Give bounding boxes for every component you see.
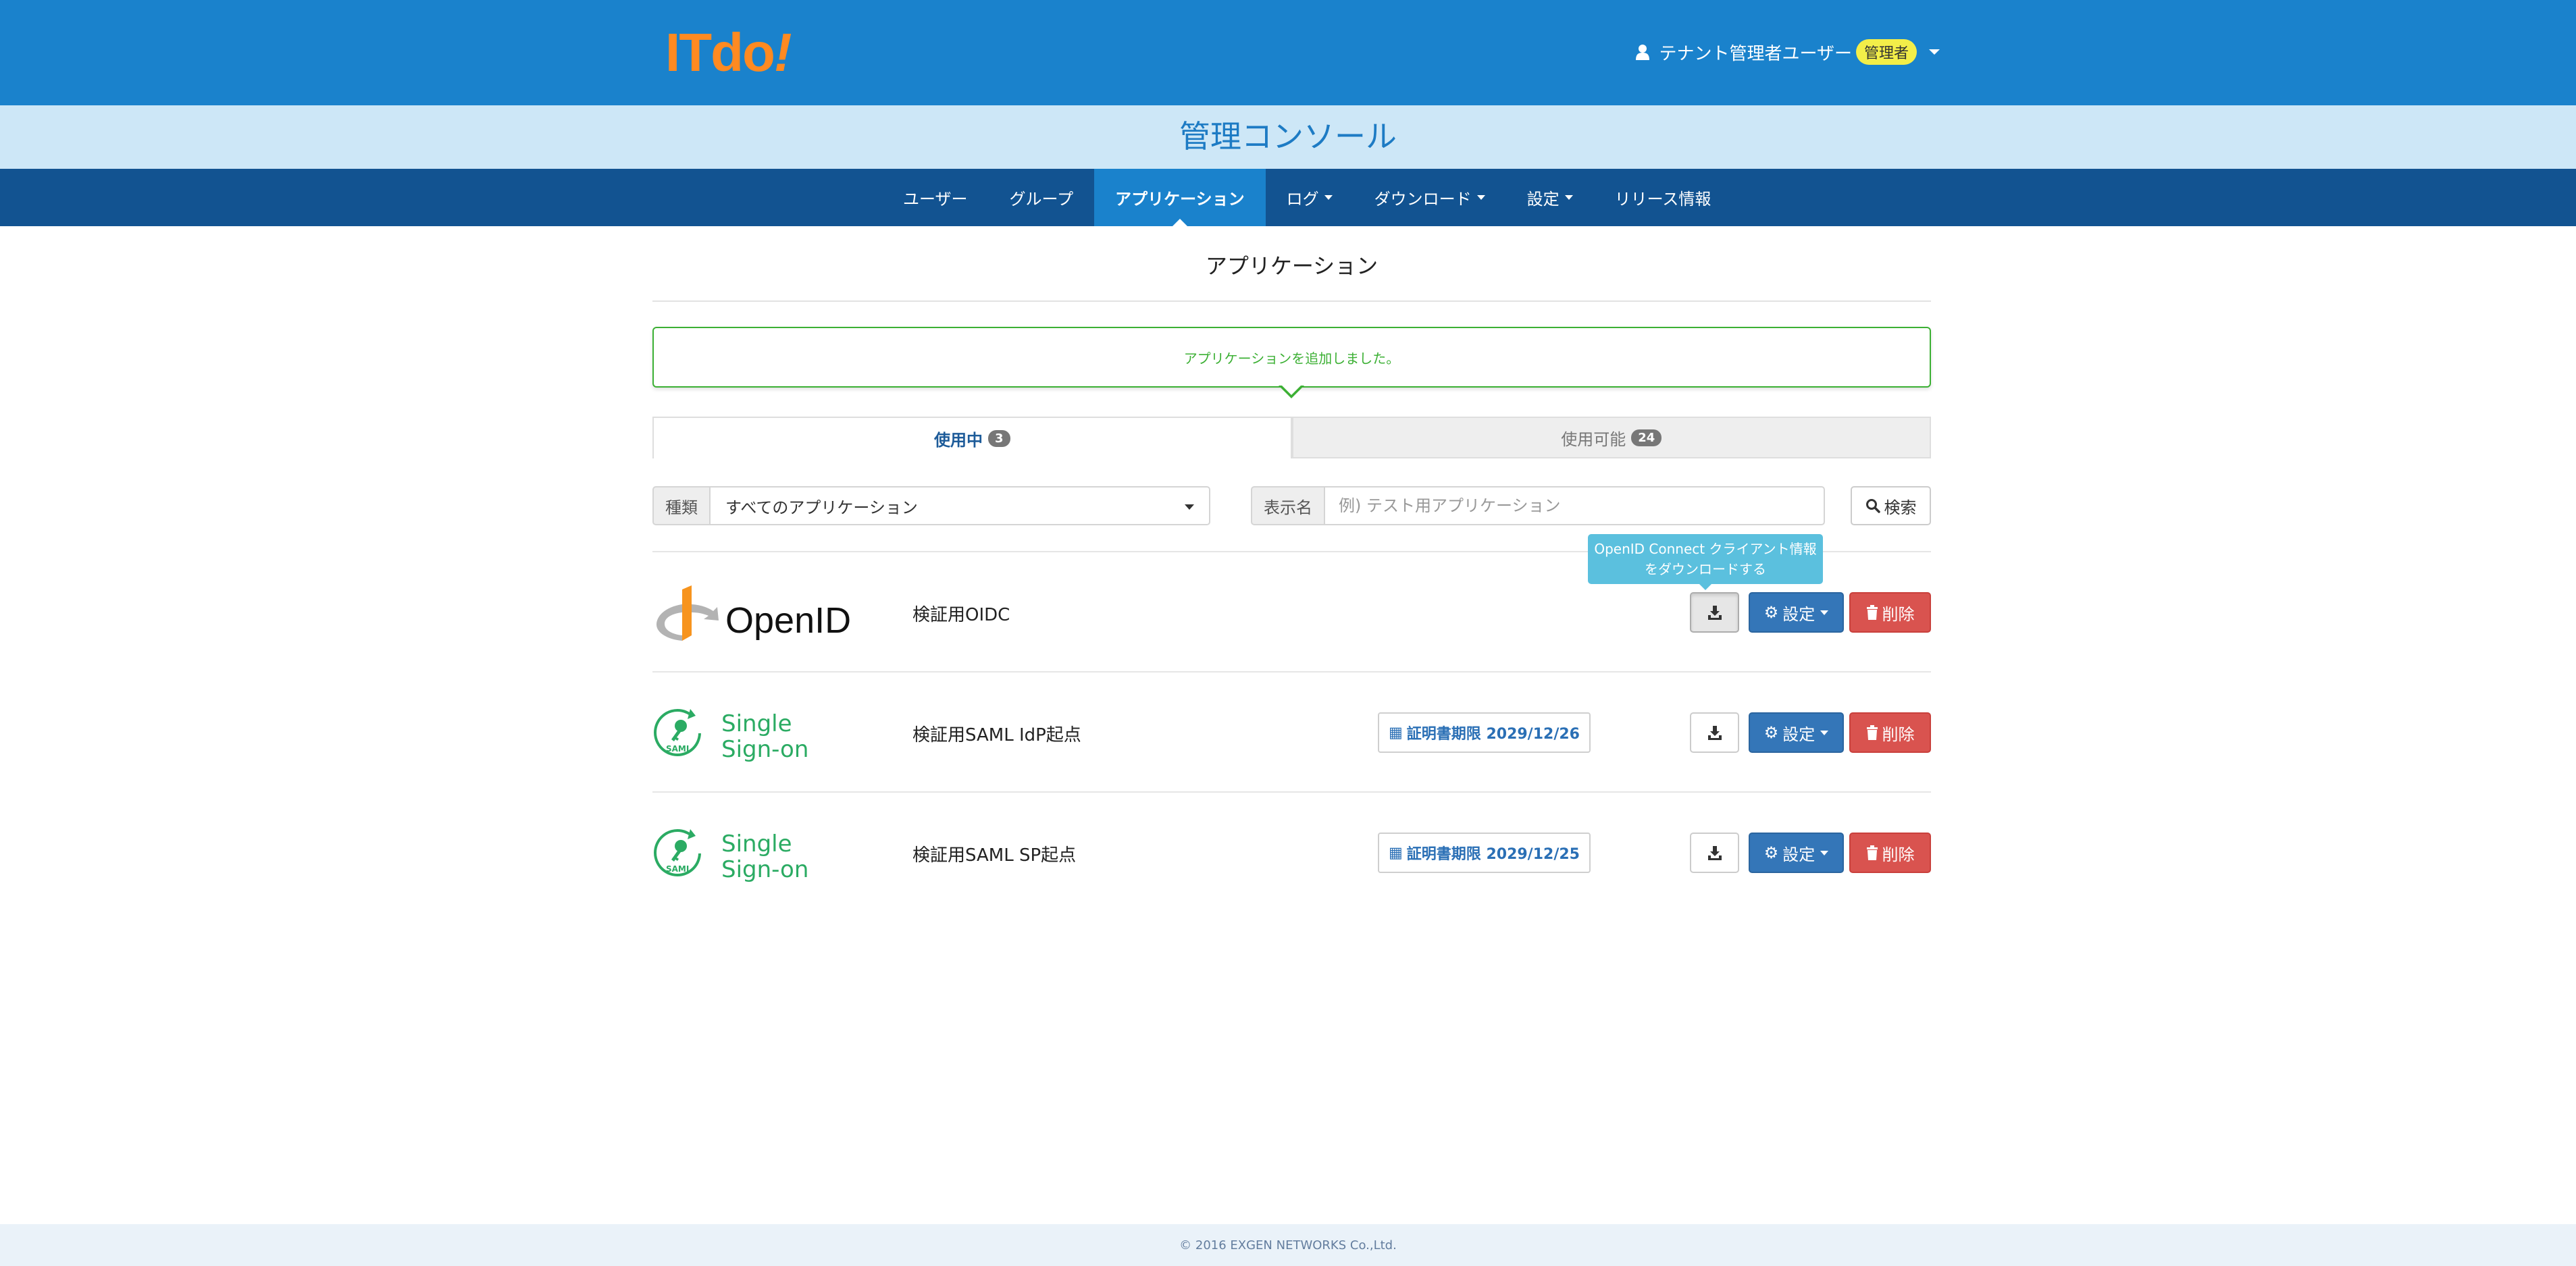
count-badge: 3 [987, 429, 1010, 447]
nav-item-applications[interactable]: アプリケーション [1094, 169, 1266, 226]
svg-text:Single: Single [721, 830, 792, 858]
app-name: 検証用OIDC [912, 605, 1010, 625]
settings-button[interactable]: ⚙ 設定 [1749, 712, 1844, 753]
alert-message: アプリケーションを追加しました。 [1183, 350, 1400, 367]
type-select[interactable]: すべてのアプリケーション [711, 486, 1210, 525]
saml-sso-logo: SAML Single Sign-on [654, 829, 808, 883]
svg-text:Sign-on: Sign-on [721, 736, 808, 763]
alert-pointer-inner [1281, 384, 1302, 395]
svg-text:Sign-on: Sign-on [721, 856, 808, 883]
chevron-down-icon [1820, 850, 1829, 855]
top-header: ITdo! テナント管理者ユーザー 管理者 [0, 0, 2576, 105]
settings-button[interactable]: ⚙ 設定 [1749, 833, 1844, 873]
main-nav: ユーザー グループ アプリケーション ログ ダウンロード 設定 リリース情報 [882, 169, 1732, 226]
search-icon [1865, 499, 1880, 513]
svg-text:SAML: SAML [666, 864, 692, 874]
nav-item-settings[interactable]: 設定 [1506, 169, 1594, 226]
delete-button[interactable]: 削除 [1849, 833, 1931, 873]
nav-item-groups[interactable]: グループ [989, 169, 1095, 226]
nav-item-logs[interactable]: ログ [1266, 169, 1354, 226]
download-icon [1707, 726, 1722, 740]
filter-row: 種類 すべてのアプリケーション 表示名 検索 [652, 486, 1931, 525]
download-icon [1707, 846, 1722, 860]
app-name: 検証用SAML IdP起点 [912, 725, 1081, 745]
svg-text:SAML: SAML [666, 744, 692, 754]
footer: © 2016 EXGEN NETWORKS Co.,Ltd. [0, 1224, 2576, 1266]
page-title: アプリケーション [1205, 253, 1379, 279]
app-name: 検証用SAML SP起点 [912, 845, 1077, 866]
download-button[interactable] [1690, 592, 1739, 633]
nav-item-downloads[interactable]: ダウンロード [1354, 169, 1506, 226]
user-menu[interactable]: テナント管理者ユーザー 管理者 [1635, 35, 1940, 69]
download-tooltip: OpenID Connect クライアント情報 をダウンロードする [1588, 534, 1823, 590]
tab-available[interactable]: 使用可能 24 [1291, 417, 1931, 458]
chevron-down-icon [1820, 730, 1829, 735]
console-title: 管理コンソール [1179, 118, 1397, 155]
itdo-logo[interactable]: ITdo! [665, 24, 792, 81]
settings-button[interactable]: ⚙ 設定 [1749, 592, 1844, 633]
trash-icon [1866, 845, 1878, 860]
nav-item-users[interactable]: ユーザー [882, 169, 989, 226]
chevron-down-icon [1820, 610, 1829, 615]
success-alert: アプリケーションを追加しました。 [652, 327, 1931, 388]
app-row: SAML Single Sign-on 検証用SAML SP起点 ▦ 証明書期限 … [652, 793, 1931, 913]
download-button[interactable] [1690, 712, 1739, 753]
svg-text:OpenID: OpenID [725, 600, 851, 641]
gear-icon: ⚙ [1763, 723, 1779, 742]
display-name-label: 表示名 [1251, 486, 1325, 525]
user-name: テナント管理者ユーザー [1659, 43, 1852, 64]
app-tabs: 使用中 3 使用可能 24 [652, 417, 1931, 458]
count-badge: 24 [1631, 429, 1662, 446]
gear-icon: ⚙ [1763, 843, 1779, 862]
svg-text:Single: Single [721, 710, 792, 737]
cert-expiry-badge: ▦ 証明書期限 2029/12/26 [1378, 712, 1591, 753]
download-icon [1707, 606, 1722, 620]
nav-item-release-info[interactable]: リリース情報 [1594, 169, 1732, 226]
copyright: © 2016 EXGEN NETWORKS Co.,Ltd. [1179, 1238, 1397, 1252]
download-button[interactable] [1690, 833, 1739, 873]
display-name-input[interactable] [1325, 486, 1825, 525]
chevron-down-icon [1564, 195, 1573, 200]
type-label: 種類 [652, 486, 711, 525]
chevron-down-icon [1929, 49, 1940, 55]
cert-expiry-badge: ▦ 証明書期限 2029/12/25 [1378, 833, 1591, 873]
user-icon [1635, 45, 1649, 60]
search-button[interactable]: 検索 [1851, 486, 1931, 525]
app-row: OpenID 検証用OIDC OpenID Connect クライアント情報 を… [652, 534, 1931, 672]
chevron-down-icon [1476, 195, 1485, 200]
calendar-icon: ▦ [1389, 724, 1403, 741]
chevron-down-icon [1185, 504, 1194, 510]
main-navbar: ユーザー グループ アプリケーション ログ ダウンロード 設定 リリース情報 [0, 169, 2576, 226]
chevron-down-icon [1324, 195, 1333, 200]
tab-in-use[interactable]: 使用中 3 [652, 417, 1292, 458]
saml-sso-logo: SAML Single Sign-on [654, 709, 808, 763]
delete-button[interactable]: 削除 [1849, 712, 1931, 753]
gear-icon: ⚙ [1763, 603, 1779, 622]
divider [652, 300, 1931, 302]
calendar-icon: ▦ [1389, 844, 1403, 862]
console-band: 管理コンソール [0, 105, 2576, 169]
app-row: SAML Single Sign-on 検証用SAML IdP起点 ▦ 証明書期限… [652, 672, 1931, 793]
role-badge: 管理者 [1855, 39, 1917, 65]
trash-icon [1866, 725, 1878, 740]
delete-button[interactable]: 削除 [1849, 592, 1931, 633]
openid-logo: OpenID [656, 585, 851, 641]
trash-icon [1866, 605, 1878, 620]
